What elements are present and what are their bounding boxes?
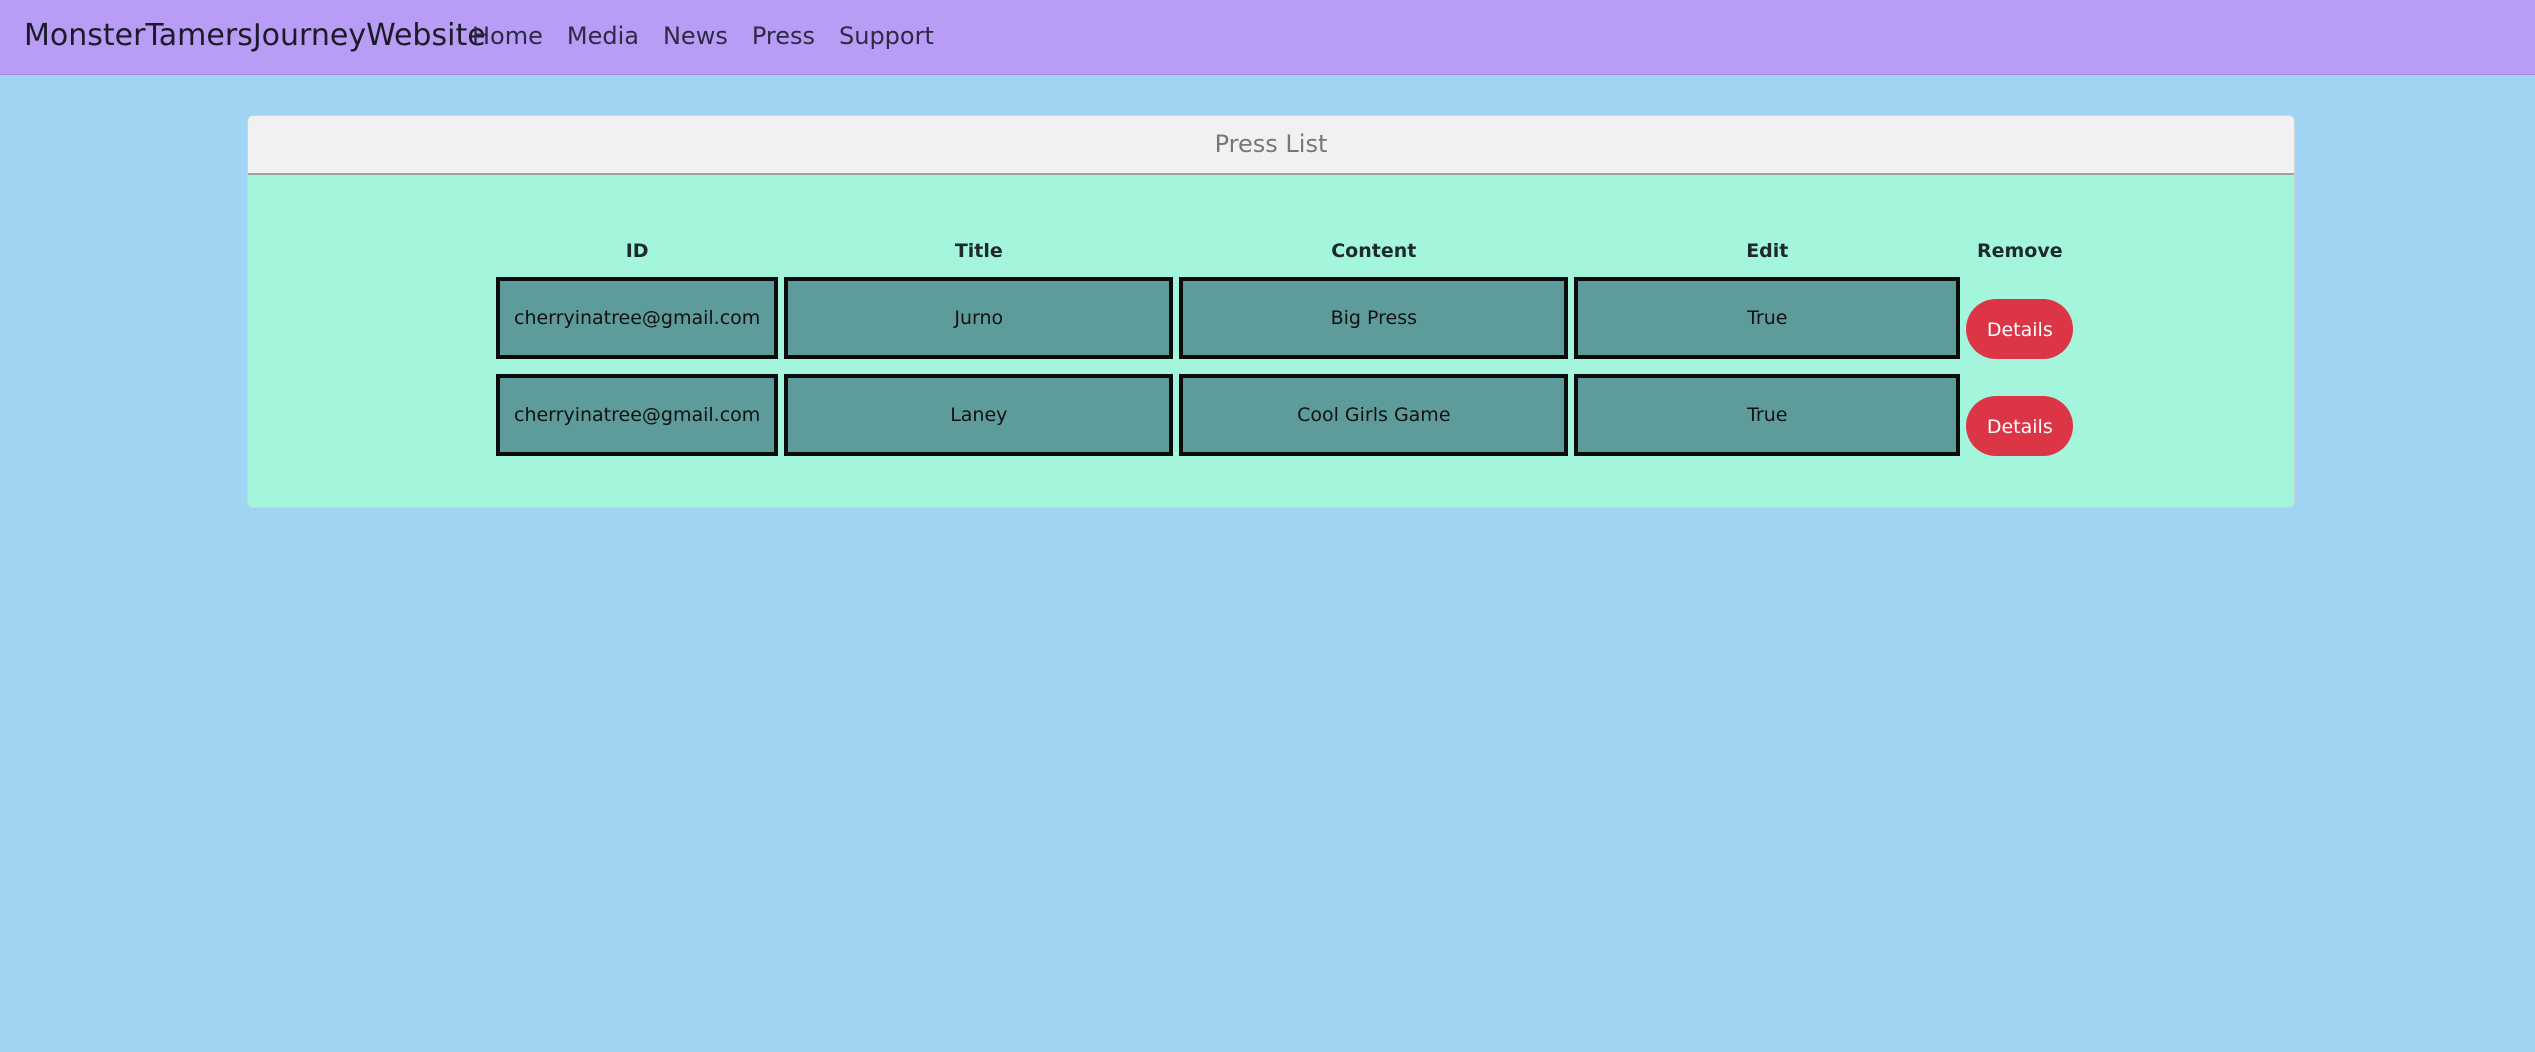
card-header: Press List (248, 116, 2294, 175)
cell-edit: True (1574, 277, 1961, 359)
press-list-card: Press List ID Title Content Edit Remove … (247, 115, 2295, 508)
details-button[interactable]: Details (1966, 396, 2074, 456)
cell-title: Laney (784, 374, 1174, 456)
column-header-id: ID (625, 240, 649, 262)
cell-content: Big Press (1179, 277, 1569, 359)
cell-edit: True (1574, 374, 1961, 456)
column-header-edit: Edit (1746, 240, 1789, 262)
details-button[interactable]: Details (1966, 299, 2074, 359)
brand-link[interactable]: MonsterTamersJourneyWebsite (24, 18, 486, 54)
nav-links: Home Media News Press Support (472, 20, 946, 52)
column-header-content: Content (1331, 240, 1417, 262)
nav-link-news[interactable]: News (651, 20, 740, 52)
table-row: cherryinatree@gmail.com Jurno Big Press … (496, 277, 2074, 359)
cell-content: Cool Girls Game (1179, 374, 1569, 456)
cell-remove: Details (1966, 277, 2074, 359)
cell-id: cherryinatree@gmail.com (496, 277, 779, 359)
navbar: MonsterTamersJourneyWebsite Home Media N… (0, 0, 2535, 75)
nav-link-support[interactable]: Support (827, 20, 946, 52)
column-header-remove: Remove (1976, 240, 2063, 262)
column-header-title: Title (954, 240, 1003, 262)
cell-title: Jurno (784, 277, 1174, 359)
nav-link-home[interactable]: Home (472, 20, 555, 52)
cell-id: cherryinatree@gmail.com (496, 374, 779, 456)
table-header-row: ID Title Content Edit Remove (496, 238, 2073, 262)
press-table: ID Title Content Edit Remove cherryinatr… (490, 223, 2079, 471)
nav-link-press[interactable]: Press (740, 20, 827, 52)
nav-link-media[interactable]: Media (555, 20, 651, 52)
card-body: ID Title Content Edit Remove cherryinatr… (248, 175, 2294, 507)
table-row: cherryinatree@gmail.com Laney Cool Girls… (496, 374, 2074, 456)
cell-remove: Details (1966, 374, 2074, 456)
